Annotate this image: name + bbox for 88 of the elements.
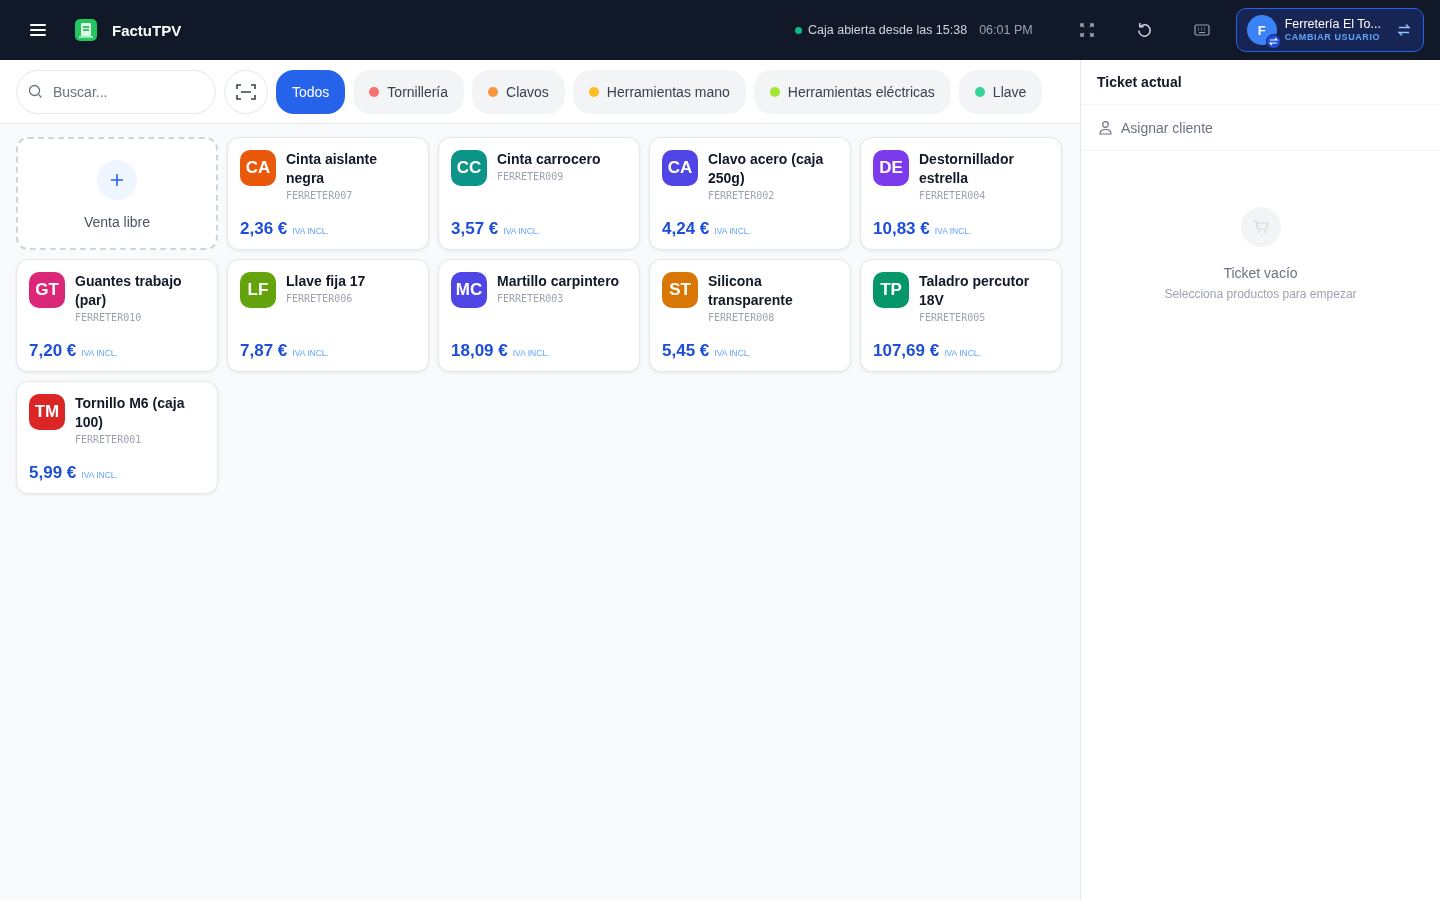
product-code: FERRETER005 <box>919 312 987 323</box>
product-name: Tornillo M6 (caja 100) <box>75 394 186 432</box>
product-price: 7,20 € <box>29 341 77 361</box>
product-name: Cinta carrocero <box>497 150 601 169</box>
product-card[interactable]: CA Cinta aislante negra FERRETER007 2,36 € IVA INCL. <box>227 137 429 250</box>
product-initials: TP <box>873 272 909 308</box>
user-switch-button[interactable]: F Ferretería El To... CAMBIAR USUARIO <box>1235 8 1424 52</box>
product-initials: MC <box>451 272 487 308</box>
product-code: FERRETER009 <box>497 171 565 182</box>
product-code: FERRETER006 <box>286 293 354 304</box>
free-sale-label: Venta libre <box>83 213 151 230</box>
product-card[interactable]: DE Destornillador estrella FERRETER004 10,83 € IVA INCL. <box>860 137 1062 250</box>
switch-user-label: CAMBIAR USUARIO <box>1284 32 1381 43</box>
category-tab[interactable]: Herramientas mano <box>572 69 746 114</box>
product-initials: CA <box>240 150 276 186</box>
product-name: Guantes trabajo (par) <box>75 272 183 310</box>
product-card[interactable]: GT Guantes trabajo (par) FERRETER010 7,20 € IVA INCL. <box>16 259 218 372</box>
product-code: FERRETER004 <box>919 190 987 201</box>
product-code: FERRETER007 <box>286 190 354 201</box>
person-icon <box>1098 120 1113 135</box>
product-initials: LF <box>240 272 276 308</box>
product-name: Silicona transparente <box>708 272 794 310</box>
search-icon <box>28 83 43 99</box>
product-card[interactable]: CA Clavo acero (caja 250g) FERRETER002 4,24 € IVA INCL. <box>649 137 851 250</box>
product-code: FERRETER001 <box>75 434 143 445</box>
product-code: FERRETER008 <box>708 312 776 323</box>
tax-label: IVA INCL. <box>944 348 981 358</box>
product-name: Cinta aislante negra <box>286 150 379 188</box>
category-tab[interactable]: Todos <box>276 69 346 114</box>
product-name: Llave fija 17 <box>286 272 366 291</box>
product-price: 3,57 € <box>451 219 499 239</box>
product-card[interactable]: TP Taladro percutor 18V FERRETER005 107,69 € IVA INCL. <box>860 259 1062 372</box>
product-code: FERRETER002 <box>708 190 776 201</box>
ticket-title: Ticket actual <box>1097 74 1182 90</box>
product-card[interactable]: CC Cinta carrocero FERRETER009 3,57 € IVA INCL. <box>438 137 640 250</box>
free-sale-card[interactable]: Venta libre <box>16 137 218 250</box>
category-tab[interactable]: Herramientas eléctricas <box>753 69 951 114</box>
category-tab[interactable]: Clavos <box>472 69 565 114</box>
product-card[interactable]: TM Tornillo M6 (caja 100) FERRETER001 5,99 € IVA INCL. <box>16 381 218 494</box>
product-initials: CA <box>662 150 698 186</box>
keyboard-icon[interactable] <box>1193 22 1210 38</box>
empty-ticket-title: Ticket vacío <box>1223 265 1298 281</box>
assign-client-button[interactable]: Asignar cliente <box>1081 105 1440 151</box>
tax-label: IVA INCL. <box>503 226 540 236</box>
tax-label: IVA INCL. <box>714 226 751 236</box>
app-name: FactuTPV <box>112 21 182 39</box>
product-initials: DE <box>873 150 909 186</box>
product-initials: GT <box>29 272 65 308</box>
product-price: 10,83 € <box>873 219 930 239</box>
product-code: FERRETER003 <box>497 293 565 304</box>
product-price: 18,09 € <box>451 341 508 361</box>
cart-icon <box>1240 207 1281 247</box>
product-price: 5,99 € <box>29 463 77 483</box>
product-card[interactable]: ST Silicona transparente FERRETER008 5,45 € IVA INCL. <box>649 259 851 372</box>
product-price: 7,87 € <box>240 341 288 361</box>
product-price: 2,36 € <box>240 219 288 239</box>
tax-label: IVA INCL. <box>934 226 972 236</box>
search-field[interactable]: Buscar... <box>16 69 216 114</box>
tax-label: IVA INCL. <box>81 348 118 358</box>
product-card[interactable]: MC Martillo carpintero FERRETER003 18,09 € IVA INCL. <box>438 259 640 372</box>
user-name: Ferretería El To... <box>1284 17 1381 33</box>
empty-ticket-hint: Selecciona productos para empezar <box>1164 287 1357 301</box>
tax-label: IVA INCL. <box>292 348 329 358</box>
product-price: 5,45 € <box>662 341 710 361</box>
scan-icon <box>236 83 256 100</box>
product-price: 107,69 € <box>873 341 940 361</box>
swap-icon <box>1397 23 1411 37</box>
product-initials: CC <box>451 150 487 186</box>
category-tab[interactable]: Tornillería <box>353 69 465 114</box>
scan-button[interactable] <box>224 69 268 114</box>
receipt-icon <box>75 19 97 41</box>
product-name: Clavo acero (caja 250g) <box>708 150 825 188</box>
tax-label: IVA INCL. <box>512 348 550 358</box>
product-code: FERRETER010 <box>75 312 143 323</box>
category-tab[interactable]: Llave <box>958 69 1043 114</box>
product-name: Destornillador estrella <box>919 150 1015 188</box>
product-name: Taladro percutor 18V <box>919 272 1031 310</box>
product-card[interactable]: LF Llave fija 17 FERRETER006 7,87 € IVA INCL. <box>227 259 429 372</box>
tax-label: IVA INCL. <box>714 348 751 358</box>
fullscreen-icon[interactable] <box>1078 22 1095 38</box>
product-name: Martillo carpintero <box>497 272 620 291</box>
tax-label: IVA INCL. <box>292 226 329 236</box>
register-status: Caja abierta desde las 15:38 <box>808 23 968 37</box>
clock-time: 06:01 PM <box>979 23 1033 37</box>
product-initials: ST <box>662 272 698 308</box>
product-initials: TM <box>29 394 65 430</box>
product-price: 4,24 € <box>662 219 710 239</box>
tax-label: IVA INCL. <box>81 470 118 480</box>
